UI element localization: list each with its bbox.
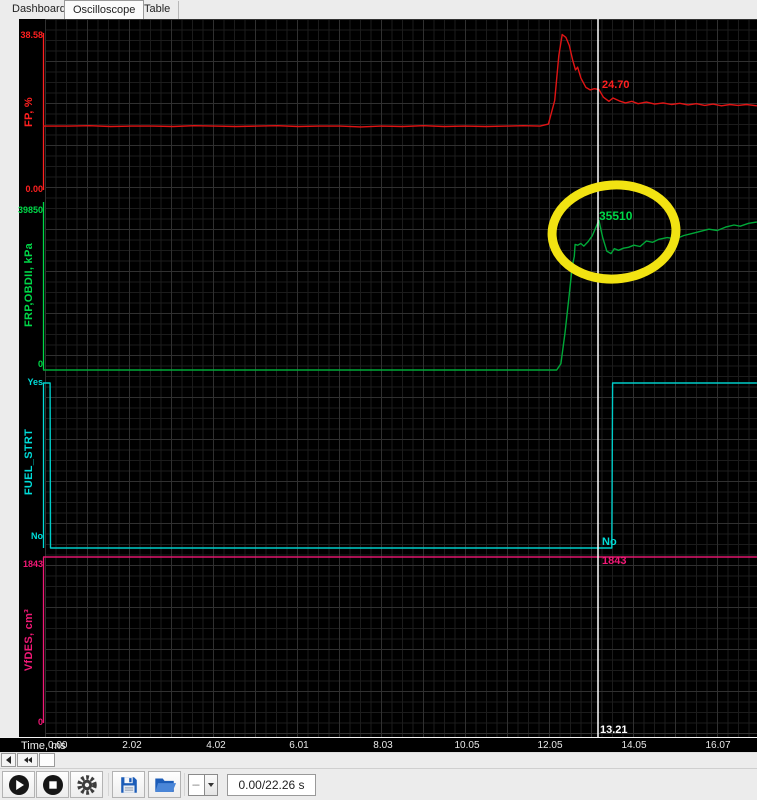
- frp-cursor-value: 35510: [599, 209, 632, 223]
- play-button[interactable]: [2, 771, 35, 798]
- time-tick: 6.01: [289, 740, 308, 751]
- fp-cursor-value: 24.70: [602, 79, 630, 91]
- oscilloscope-area[interactable]: FP, % FRP,OBDII, kPa FUEL_STRT VfDES, cm…: [0, 19, 757, 753]
- arrow-left-icon: [6, 756, 11, 764]
- settings-button[interactable]: [70, 771, 103, 798]
- vfdes-cursor-value: 1843: [602, 555, 626, 567]
- fuel-min-label: No: [17, 531, 43, 541]
- fp-max-label: 38.58: [17, 30, 43, 40]
- save-button[interactable]: [112, 771, 145, 798]
- arrow-left-icon: [28, 757, 32, 763]
- stop-icon: [41, 773, 65, 797]
- open-button[interactable]: [148, 771, 181, 798]
- time-tick: 0.00: [48, 740, 67, 751]
- time-tick: 10.05: [454, 740, 479, 751]
- channel-name-fuel: FUEL_STRT: [23, 429, 35, 495]
- tab-bar: Dashboard Oscilloscope Table: [0, 0, 757, 19]
- chevron-down-icon: [208, 783, 214, 787]
- time-tick: 16.07: [705, 740, 730, 751]
- fuel-cursor-value: No: [602, 536, 617, 548]
- time-tick: 2.02: [122, 740, 141, 751]
- gear-icon: [75, 773, 99, 797]
- toolbar-divider: [184, 773, 185, 796]
- vfdes-max-label: 1843: [17, 559, 43, 569]
- fuel-max-label: Yes: [17, 377, 43, 387]
- vfdes-min-label: 0: [17, 717, 43, 727]
- toolbar-divider: [108, 773, 109, 796]
- time-tick: 14.05: [621, 740, 646, 751]
- fp-min-label: 0.00: [17, 184, 43, 194]
- scrollbar-thumb[interactable]: [39, 753, 55, 767]
- stop-button[interactable]: [36, 771, 69, 798]
- time-axis: Time, ms 0.00 2.02 4.02 6.01 8.03 10.05 …: [0, 737, 757, 753]
- frp-min-label: 0: [17, 359, 43, 369]
- channel-name-vfdes: VfDES, cm³: [23, 609, 35, 671]
- time-cursor-value: 13.21: [600, 724, 628, 736]
- app-window: Dashboard Oscilloscope Table FP, % FRP,O…: [0, 0, 757, 800]
- scroll-left-button[interactable]: [1, 753, 16, 767]
- play-icon: [7, 773, 31, 797]
- time-tick: 4.02: [206, 740, 225, 751]
- channel-name-frp: FRP,OBDII, kPa: [23, 243, 35, 327]
- bottom-toolbar: --- 0.00/22.26 s: [0, 768, 757, 800]
- save-icon: [118, 774, 140, 796]
- channel-name-fp: FP, %: [23, 97, 35, 127]
- dropdown-arrow-button[interactable]: [204, 775, 217, 795]
- record-select-dropdown[interactable]: ---: [188, 774, 218, 796]
- time-tick: 12.05: [537, 740, 562, 751]
- scope-scrollbar: [0, 753, 757, 768]
- frp-max-label: 39850: [17, 205, 43, 215]
- tab-oscilloscope[interactable]: Oscilloscope: [64, 0, 144, 19]
- tab-table[interactable]: Table: [136, 1, 179, 19]
- scope-grid: [45, 19, 757, 737]
- scroll-start-button[interactable]: [17, 753, 38, 767]
- open-folder-icon: [153, 774, 177, 796]
- dropdown-value: ---: [189, 780, 204, 791]
- time-tick: 8.03: [373, 740, 392, 751]
- playback-time-display: 0.00/22.26 s: [227, 774, 316, 796]
